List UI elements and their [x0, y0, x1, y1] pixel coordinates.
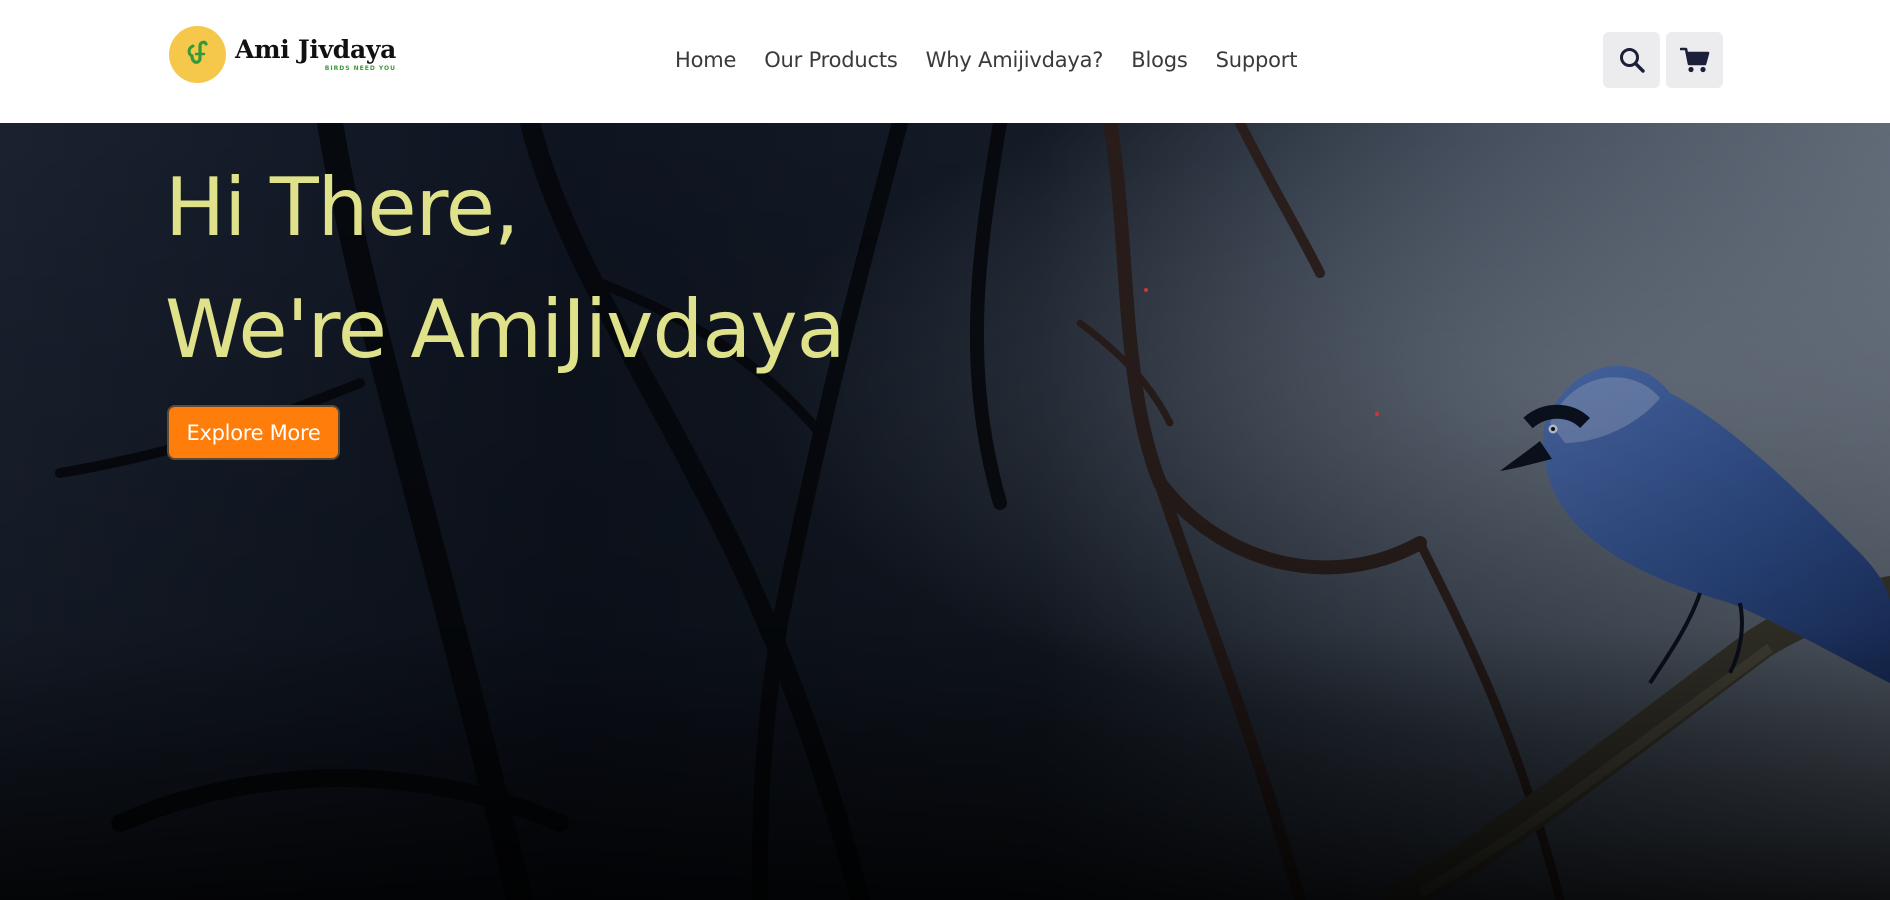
main-nav: Home Our Products Why Amijivdaya? Blogs … — [675, 47, 1297, 73]
search-button[interactable] — [1603, 32, 1660, 88]
cart-button[interactable] — [1666, 32, 1723, 88]
brand-logo[interactable]: Ami Jivdaya BIRDS NEED YOU — [169, 24, 396, 84]
explore-more-button[interactable]: Explore More — [167, 405, 340, 460]
nav-home[interactable]: Home — [675, 47, 736, 73]
nav-why-amijivdaya[interactable]: Why Amijivdaya? — [926, 47, 1104, 73]
brand-tagline: BIRDS NEED YOU — [324, 65, 397, 72]
search-icon — [1619, 48, 1645, 73]
logo-mark-icon — [169, 25, 226, 83]
brand-name: Ami Jivdaya — [235, 35, 397, 64]
hero-title: We're AmiJivdaya — [165, 283, 846, 376]
nav-blogs[interactable]: Blogs — [1131, 47, 1188, 73]
site-header: Ami Jivdaya BIRDS NEED YOU Home Our Prod… — [0, 0, 1890, 123]
nav-support[interactable]: Support — [1216, 47, 1298, 73]
nav-our-products[interactable]: Our Products — [764, 47, 898, 73]
hero-greeting: Hi There, — [165, 161, 519, 254]
cart-icon — [1679, 47, 1709, 73]
hero-section: Hi There, We're AmiJivdaya Explore More — [0, 123, 1890, 900]
